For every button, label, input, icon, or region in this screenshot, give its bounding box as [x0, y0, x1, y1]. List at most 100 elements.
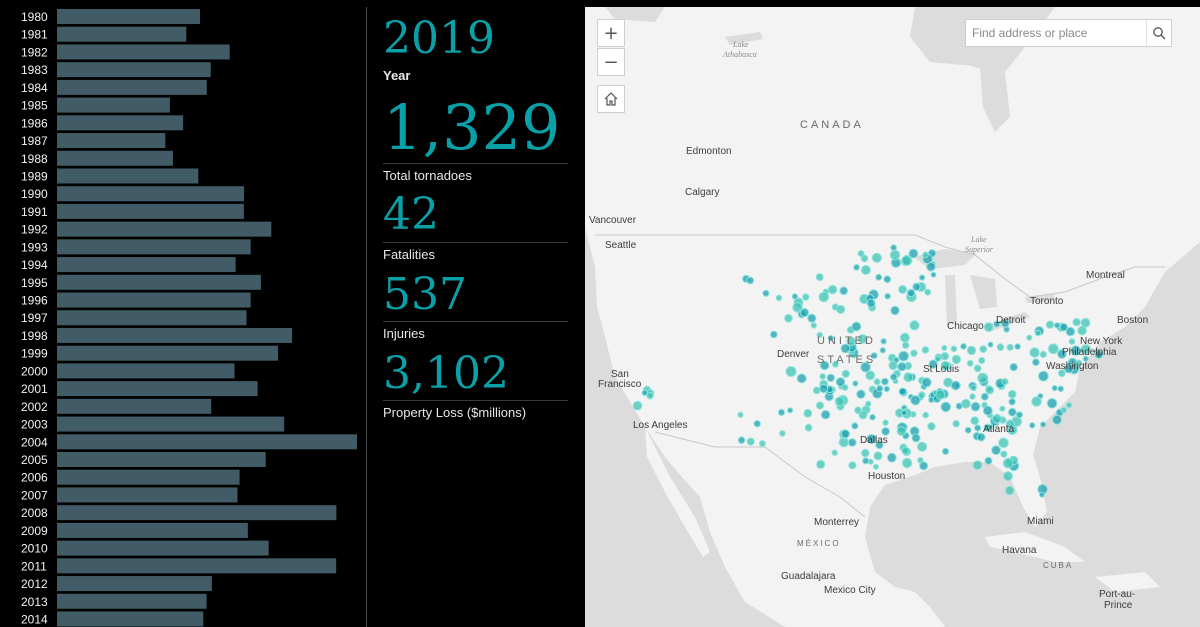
tornado-marker[interactable]: [1039, 350, 1047, 358]
tornado-marker[interactable]: [831, 449, 838, 456]
tornado-marker[interactable]: [898, 350, 910, 362]
tornado-marker[interactable]: [866, 298, 876, 308]
tornado-marker[interactable]: [737, 436, 746, 445]
tornado-marker[interactable]: [996, 343, 1005, 352]
tornado-marker[interactable]: [826, 373, 836, 382]
tornado-marker[interactable]: [966, 345, 977, 356]
tornado-marker[interactable]: [861, 448, 870, 458]
tornado-marker[interactable]: [910, 395, 921, 406]
tornado-marker[interactable]: [1002, 457, 1014, 469]
year-bar[interactable]: [57, 469, 240, 485]
year-bar[interactable]: [57, 345, 279, 361]
tornado-marker[interactable]: [820, 409, 831, 420]
year-bar[interactable]: [57, 221, 272, 237]
tornado-marker[interactable]: [1006, 343, 1014, 351]
tornado-marker[interactable]: [966, 360, 974, 367]
tornado-marker[interactable]: [978, 357, 986, 364]
tornado-marker[interactable]: [935, 389, 946, 400]
tornado-marker[interactable]: [987, 341, 994, 348]
tornado-marker[interactable]: [889, 373, 898, 381]
tornado-marker[interactable]: [983, 322, 994, 333]
tornado-marker[interactable]: [921, 377, 932, 388]
tornado-marker[interactable]: [1038, 370, 1049, 382]
tornado-marker[interactable]: [839, 286, 849, 296]
tornado-marker[interactable]: [848, 461, 857, 470]
tornado-marker[interactable]: [792, 302, 803, 313]
tornado-marker[interactable]: [879, 347, 886, 354]
tornado-marker[interactable]: [819, 373, 826, 380]
tornado-marker[interactable]: [852, 380, 859, 387]
tornado-marker[interactable]: [1009, 362, 1018, 372]
year-bar[interactable]: [57, 487, 238, 503]
tornado-marker[interactable]: [1052, 414, 1062, 425]
tornado-marker[interactable]: [961, 398, 971, 409]
tornado-marker[interactable]: [785, 366, 797, 377]
tornado-marker[interactable]: [973, 364, 982, 373]
year-bar[interactable]: [57, 203, 244, 219]
tornado-marker[interactable]: [984, 456, 993, 465]
tornado-marker[interactable]: [901, 457, 913, 469]
tornado-marker[interactable]: [930, 271, 937, 278]
tornado-marker[interactable]: [869, 413, 876, 421]
tornado-marker[interactable]: [1029, 422, 1036, 429]
tornado-marker[interactable]: [784, 313, 793, 323]
tornado-marker[interactable]: [991, 445, 1002, 456]
tornado-marker[interactable]: [1026, 334, 1033, 341]
tornado-marker[interactable]: [970, 384, 977, 392]
tornado-marker[interactable]: [979, 345, 988, 354]
tornado-marker[interactable]: [746, 437, 755, 446]
tornado-marker[interactable]: [1031, 396, 1042, 407]
tornado-marker[interactable]: [815, 273, 824, 282]
year-bar[interactable]: [57, 257, 236, 273]
tornado-marker[interactable]: [899, 332, 910, 343]
tornado-marker[interactable]: [952, 420, 960, 428]
tornado-marker[interactable]: [985, 385, 995, 395]
tornado-marker[interactable]: [775, 294, 783, 302]
tornado-marker[interactable]: [999, 405, 1006, 412]
tornado-marker[interactable]: [777, 408, 786, 416]
tornado-marker[interactable]: [1007, 389, 1017, 399]
year-bar[interactable]: [57, 310, 247, 326]
tornado-marker[interactable]: [964, 426, 972, 434]
year-bar[interactable]: [57, 327, 293, 343]
tornado-marker[interactable]: [872, 463, 879, 470]
tornado-marker[interactable]: [974, 424, 982, 432]
year-bar[interactable]: [57, 558, 337, 574]
tornado-marker[interactable]: [927, 422, 936, 431]
tornado-marker[interactable]: [815, 401, 825, 410]
year-bar[interactable]: [57, 150, 173, 166]
year-bar[interactable]: [57, 26, 187, 42]
tornado-marker[interactable]: [865, 370, 876, 381]
tornado-marker[interactable]: [853, 264, 861, 271]
tornado-marker[interactable]: [851, 321, 862, 332]
tornado-marker[interactable]: [873, 378, 881, 386]
tornado-marker[interactable]: [898, 387, 907, 396]
tornado-marker[interactable]: [862, 457, 870, 465]
tornado-marker[interactable]: [1068, 338, 1076, 345]
tornado-marker[interactable]: [921, 346, 930, 354]
tornado-marker[interactable]: [898, 285, 908, 294]
year-bar[interactable]: [57, 9, 200, 24]
tornado-marker[interactable]: [922, 251, 929, 259]
tornado-marker[interactable]: [902, 341, 910, 349]
tornado-marker[interactable]: [875, 273, 883, 281]
tornado-marker[interactable]: [881, 377, 889, 386]
year-bar[interactable]: [57, 611, 204, 627]
year-bar[interactable]: [57, 133, 166, 149]
year-bar[interactable]: [57, 576, 212, 592]
tornado-marker[interactable]: [1003, 471, 1013, 482]
tornado-marker[interactable]: [819, 384, 829, 394]
tornado-marker[interactable]: [911, 433, 921, 443]
tornado-marker[interactable]: [851, 422, 859, 430]
tornado-marker[interactable]: [941, 447, 950, 455]
tornado-marker[interactable]: [1015, 411, 1023, 419]
tornado-marker[interactable]: [1060, 406, 1067, 414]
tornado-marker[interactable]: [841, 369, 850, 378]
year-bar[interactable]: [57, 62, 211, 78]
tornado-marker[interactable]: [884, 292, 891, 300]
tornado-marker[interactable]: [810, 322, 818, 329]
tornado-marker[interactable]: [1000, 450, 1008, 458]
tornado-marker[interactable]: [970, 416, 980, 426]
tornado-marker[interactable]: [909, 320, 920, 331]
year-bar[interactable]: [57, 363, 235, 379]
